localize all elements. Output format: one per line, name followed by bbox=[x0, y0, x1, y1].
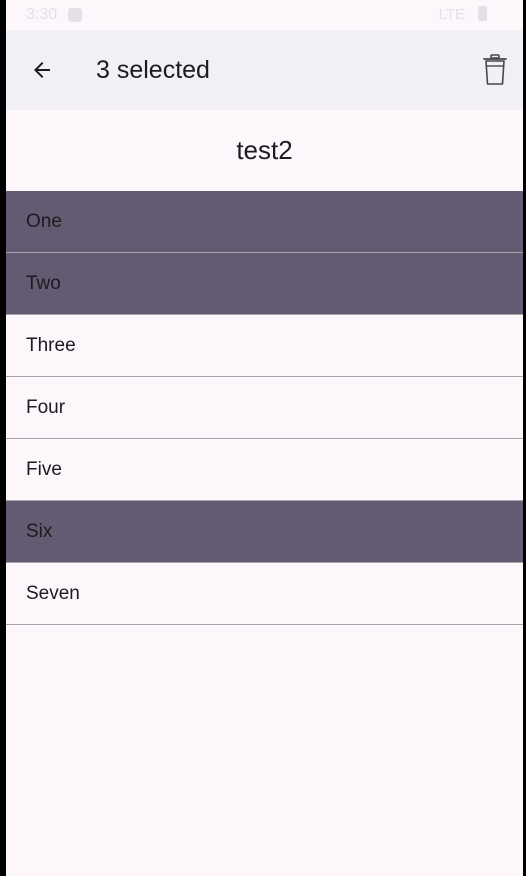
list-item-label: Four bbox=[26, 396, 66, 418]
status-bar: 3:30 LTE bbox=[6, 0, 523, 30]
arrow-left-icon bbox=[34, 62, 50, 78]
notification-icon bbox=[68, 8, 82, 22]
list-item-label: Seven bbox=[26, 582, 80, 604]
list-item[interactable]: Seven bbox=[6, 563, 523, 625]
network-label: LTE bbox=[438, 6, 465, 23]
delete-button[interactable] bbox=[475, 50, 515, 90]
back-button[interactable] bbox=[22, 50, 62, 90]
list-item-label: Three bbox=[26, 334, 76, 356]
list-item[interactable]: Two bbox=[6, 253, 523, 315]
battery-icon bbox=[478, 6, 487, 21]
list-item-label: Two bbox=[26, 272, 61, 294]
list-item[interactable]: One bbox=[6, 191, 523, 253]
status-time: 3:30 bbox=[26, 6, 58, 23]
selection-count-title: 3 selected bbox=[96, 56, 210, 84]
list-item-label: One bbox=[26, 210, 62, 232]
list-item[interactable]: Five bbox=[6, 439, 523, 501]
list-item-label: Five bbox=[26, 458, 62, 480]
trash-icon bbox=[483, 54, 507, 85]
list-item[interactable]: Four bbox=[6, 377, 523, 439]
item-list: One Two Three Four Five Six Seven bbox=[6, 191, 523, 625]
list-item-label: Six bbox=[26, 520, 53, 542]
list-item[interactable]: Three bbox=[6, 315, 523, 377]
screen: 3:30 LTE 3 selected test2 One Two Three … bbox=[6, 0, 523, 876]
list-item[interactable]: Six bbox=[6, 501, 523, 563]
app-bar: 3 selected bbox=[6, 30, 523, 110]
list-title: test2 bbox=[236, 135, 293, 165]
